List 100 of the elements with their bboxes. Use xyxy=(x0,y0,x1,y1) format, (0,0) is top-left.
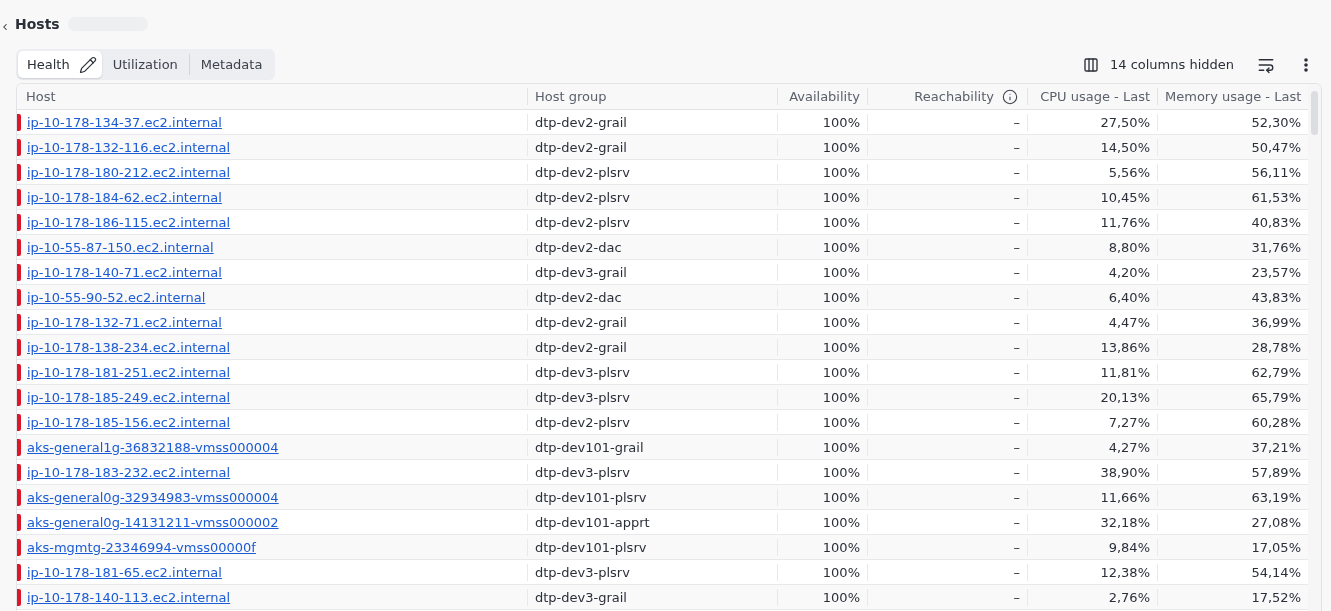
table-cell: – xyxy=(867,388,1027,406)
table-cell: – xyxy=(867,313,1027,331)
column-header[interactable]: Host xyxy=(26,88,56,105)
host-link[interactable]: ip-10-178-183-232.ec2.internal xyxy=(27,463,231,481)
more-vertical-icon xyxy=(1304,57,1308,72)
table-cell: 4,20% xyxy=(1027,263,1157,281)
columns-button[interactable]: 14 columns hidden xyxy=(1074,48,1242,81)
table-cell: dtp-dev3-grail xyxy=(527,263,777,281)
host-link[interactable]: ip-10-178-186-115.ec2.internal xyxy=(27,213,231,231)
view-tab[interactable]: Health xyxy=(18,51,102,78)
host-link[interactable]: ip-10-178-184-62.ec2.internal xyxy=(27,188,222,206)
table-cell: – xyxy=(867,513,1027,531)
table-cell: – xyxy=(867,288,1027,306)
host-link[interactable]: ip-10-178-132-71.ec2.internal xyxy=(27,313,222,331)
table-cell: dtp-dev2-plsrv xyxy=(527,413,777,431)
column-header[interactable]: CPU usage - Last xyxy=(1040,88,1150,105)
column-header[interactable]: Memory usage - Last xyxy=(1165,88,1302,105)
table-cell: 11,66% xyxy=(1027,488,1157,506)
column-header[interactable]: Reachability xyxy=(914,88,994,105)
table-cell: 12,38% xyxy=(1027,563,1157,581)
table-cell: 100% xyxy=(777,313,867,331)
table-cell: – xyxy=(867,213,1027,231)
host-link[interactable]: ip-10-178-185-249.ec2.internal xyxy=(27,388,231,406)
table-cell: – xyxy=(867,438,1027,456)
table-cell: 100% xyxy=(777,188,867,206)
table-cell: dtp-dev2-plsrv xyxy=(527,163,777,181)
table-cell: 38,90% xyxy=(1027,463,1157,481)
table-cell: 5,56% xyxy=(1027,163,1157,181)
table-cell: dtp-dev3-grail xyxy=(527,588,777,606)
host-link[interactable]: aks-mgmtg-23346994-vmss00000f xyxy=(27,538,256,556)
pencil-icon[interactable] xyxy=(78,55,97,74)
table-cell: 100% xyxy=(777,213,867,231)
info-icon[interactable] xyxy=(1002,88,1018,105)
host-link[interactable]: ip-10-178-180-212.ec2.internal xyxy=(27,163,231,181)
table-cell: 6,40% xyxy=(1027,288,1157,306)
table-cell: – xyxy=(867,463,1027,481)
host-link[interactable]: ip-10-55-87-150.ec2.internal xyxy=(27,238,214,256)
table-cell: dtp-dev2-grail xyxy=(527,338,777,356)
table-cell: 13,86% xyxy=(1027,338,1157,356)
view-tab[interactable]: Utilization xyxy=(101,51,189,78)
host-link[interactable]: aks-general1g-36832188-vmss000004 xyxy=(27,438,279,456)
table-cell: dtp-dev3-plsrv xyxy=(527,388,777,406)
table-cell: 100% xyxy=(777,388,867,406)
table-cell: 100% xyxy=(777,238,867,256)
table-cell: 100% xyxy=(777,588,867,606)
table-cell: 100% xyxy=(777,438,867,456)
host-link[interactable]: ip-10-178-138-234.ec2.internal xyxy=(27,338,231,356)
table-cell: 100% xyxy=(777,563,867,581)
host-link[interactable]: ip-10-178-185-156.ec2.internal xyxy=(27,413,231,431)
table-cell: – xyxy=(867,588,1027,606)
table-cell: 4,27% xyxy=(1027,438,1157,456)
table-cell: – xyxy=(867,363,1027,381)
table-cell: – xyxy=(867,163,1027,181)
table-cell: 100% xyxy=(777,538,867,556)
table-cell: dtp-dev101-plsrv xyxy=(527,488,777,506)
table-cell: 100% xyxy=(777,138,867,156)
table-cell: dtp-dev2-dac xyxy=(527,288,777,306)
table-cell: 100% xyxy=(777,338,867,356)
table-cell: 100% xyxy=(777,513,867,531)
table-cell: 20,13% xyxy=(1027,388,1157,406)
table-cell: – xyxy=(867,138,1027,156)
table-cell: 100% xyxy=(777,413,867,431)
host-link[interactable]: ip-10-178-181-65.ec2.internal xyxy=(27,563,222,581)
table-cell: 100% xyxy=(777,363,867,381)
table-cell: – xyxy=(867,413,1027,431)
table-cell: 11,81% xyxy=(1027,363,1157,381)
host-link[interactable]: ip-10-178-181-251.ec2.internal xyxy=(27,363,231,381)
table-cell: – xyxy=(867,113,1027,131)
table-cell: 11,76% xyxy=(1027,213,1157,231)
host-link[interactable]: aks-general0g-32934983-vmss000004 xyxy=(27,488,279,506)
column-header[interactable]: Availability xyxy=(789,88,860,105)
scrollbar-thumb[interactable] xyxy=(1311,91,1318,135)
columns-icon xyxy=(1082,56,1099,73)
table-cell: dtp-dev2-dac xyxy=(527,238,777,256)
table-cell: 2,76% xyxy=(1027,588,1157,606)
host-link[interactable]: ip-10-178-140-113.ec2.internal xyxy=(27,588,231,606)
chevron-left-icon xyxy=(0,22,10,32)
table-cell: – xyxy=(867,188,1027,206)
view-tab[interactable]: Metadata xyxy=(189,51,274,78)
host-link[interactable]: ip-10-178-132-116.ec2.internal xyxy=(27,138,231,156)
host-link[interactable]: ip-10-55-90-52.ec2.internal xyxy=(27,288,206,306)
table-cell: 100% xyxy=(777,163,867,181)
table-cell: – xyxy=(867,538,1027,556)
table-cell: – xyxy=(867,338,1027,356)
column-header[interactable]: Host group xyxy=(535,88,607,105)
host-link[interactable]: aks-general0g-14131211-vmss000002 xyxy=(27,513,279,531)
table-cell: dtp-dev2-grail xyxy=(527,113,777,131)
table-cell: dtp-dev2-plsrv xyxy=(527,188,777,206)
table-cell: dtp-dev101-apprt xyxy=(527,513,777,531)
table-cell: – xyxy=(867,563,1027,581)
table-cell: 14,50% xyxy=(1027,138,1157,156)
host-link[interactable]: ip-10-178-134-37.ec2.internal xyxy=(27,113,222,131)
table-cell: 100% xyxy=(777,463,867,481)
table-cell: dtp-dev101-grail xyxy=(527,438,777,456)
host-link[interactable]: ip-10-178-140-71.ec2.internal xyxy=(27,263,222,281)
table-cell: dtp-dev2-grail xyxy=(527,313,777,331)
table-cell: 100% xyxy=(777,488,867,506)
table-cell: 7,27% xyxy=(1027,413,1157,431)
table-cell: 100% xyxy=(777,113,867,131)
table-cell: dtp-dev3-plsrv xyxy=(527,563,777,581)
